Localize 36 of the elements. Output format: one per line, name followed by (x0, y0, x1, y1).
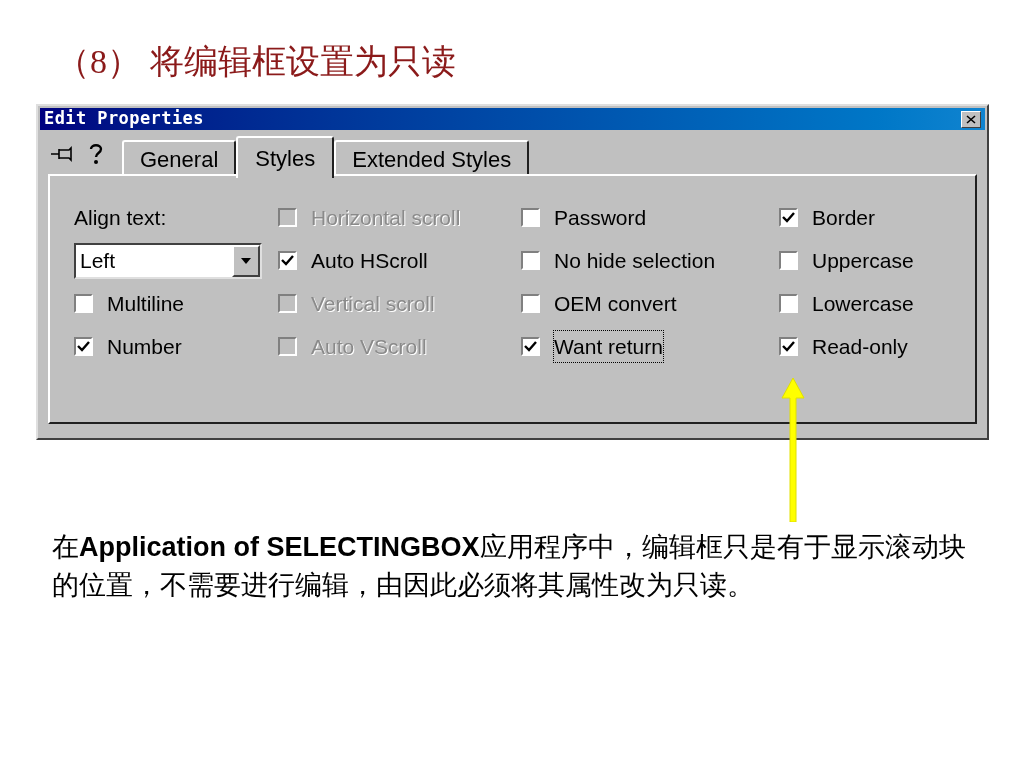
close-button[interactable] (961, 110, 981, 128)
checkbox[interactable] (521, 251, 540, 270)
checkbox-label: Want return (554, 330, 663, 363)
checkbox[interactable] (278, 251, 297, 270)
checkbox[interactable] (779, 208, 798, 227)
field-label: Align text: (74, 204, 167, 231)
checkbox[interactable] (779, 337, 798, 356)
checkbox[interactable] (521, 208, 540, 227)
dropdown-value: Left (80, 247, 116, 274)
caption-paragraph: 在Application of SELECTINGBOX应用程序中，编辑框只是有于显示滚动块的位置，不需要进行编辑，由因此必须将其属性改为只读。 (52, 531, 967, 602)
checkbox-label: Lowercase (812, 290, 914, 317)
checkbox-label: OEM convert (554, 290, 677, 317)
checkbox-label: Uppercase (812, 247, 914, 274)
tab[interactable]: Styles (236, 136, 335, 178)
checkbox[interactable] (74, 337, 93, 356)
slide-title: （8） 将编辑框设置为只读 (56, 42, 456, 82)
checkbox[interactable] (779, 251, 798, 270)
tab[interactable]: General (122, 140, 237, 176)
help-icon[interactable] (88, 142, 104, 166)
close-icon (966, 114, 976, 124)
checkbox-label: Border (812, 204, 876, 231)
checkbox-label: No hide selection (554, 247, 716, 274)
checkbox-label: Number (107, 333, 182, 360)
checkbox-label: Vertical scroll (311, 290, 435, 317)
tab[interactable]: Extended Styles (334, 140, 530, 176)
align-dropdown[interactable]: Left (74, 242, 262, 279)
checkbox-label: Auto HScroll (311, 247, 428, 274)
checkbox[interactable] (521, 294, 540, 313)
checkbox[interactable] (74, 294, 93, 313)
checkbox-label: Horizontal scroll (311, 204, 461, 231)
checkbox[interactable] (779, 294, 798, 313)
window-title: Edit Properties (44, 107, 204, 131)
checkbox-label: Password (554, 204, 647, 231)
checkbox-label: Read-only (812, 333, 908, 360)
checkbox-label: Multiline (107, 290, 185, 317)
checkbox[interactable] (521, 337, 540, 356)
